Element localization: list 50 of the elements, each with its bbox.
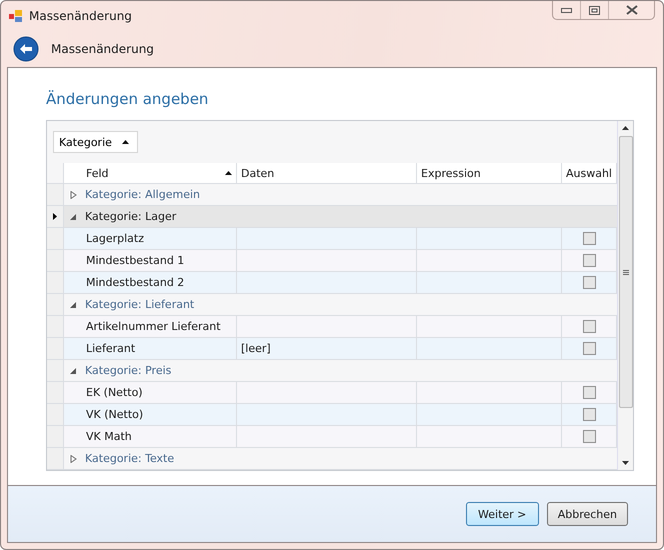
scroll-up-icon[interactable] [622,126,629,130]
field-cell: EK (Netto) [82,382,237,404]
field-cell: Lieferant [82,338,237,360]
window-title: Massenänderung [29,8,133,23]
field-cell: Mindestbestand 2 [82,272,237,294]
checkbox[interactable] [582,430,596,444]
field-cell: Lagerplatz [82,228,237,250]
group-label: Kategorie: Texte [85,452,174,466]
current-row-icon [53,213,57,220]
expander-icon[interactable] [70,190,77,199]
group-row[interactable]: Kategorie: Lager [47,206,617,228]
field-cell: VK (Netto) [82,404,237,426]
expander-icon[interactable] [70,300,77,309]
checkbox[interactable] [582,254,596,268]
field-cell: Mindestbestand 1 [82,250,237,272]
field-cell: Artikelnummer Lieferant [82,316,237,338]
cancel-button[interactable]: Abbrechen [546,502,628,526]
page-heading: Änderungen angeben [46,90,210,108]
field-cell: VK Math [82,426,237,448]
checkbox[interactable] [582,408,596,422]
sort-icon [225,171,232,176]
scrollbar-thumb[interactable] [618,136,632,408]
scroll-down-icon[interactable] [622,461,629,466]
sort-icon [122,140,129,144]
group-label: Kategorie: Preis [85,364,172,378]
column-header[interactable]: Feld [82,163,237,184]
row-header[interactable] [47,206,64,228]
column-header[interactable]: Daten [237,163,417,184]
column-header[interactable]: Expression [417,163,562,184]
expander-icon[interactable] [70,454,77,463]
expander-icon[interactable] [70,366,77,375]
data-cell[interactable]: [leer] [237,338,417,360]
checkbox[interactable] [582,386,596,400]
group-label: Kategorie: Lager [85,210,176,224]
back-button[interactable] [13,36,39,62]
maximize-icon [589,6,600,14]
group-row[interactable]: Kategorie: Texte [47,448,617,470]
expander-icon[interactable] [70,212,77,221]
minimize-icon [561,8,572,12]
checkbox[interactable] [582,320,596,334]
group-label: Kategorie: Allgemein [85,188,200,202]
checkbox[interactable] [582,232,596,246]
group-by-button[interactable]: Kategorie [53,131,138,154]
app-icon [9,8,23,23]
checkbox[interactable] [582,342,596,356]
next-button[interactable]: Weiter > [466,502,539,526]
checkbox[interactable] [582,276,596,290]
close-icon [626,5,638,15]
group-label: Kategorie: Lieferant [85,298,194,312]
wizard-title: Massenänderung [51,42,154,56]
